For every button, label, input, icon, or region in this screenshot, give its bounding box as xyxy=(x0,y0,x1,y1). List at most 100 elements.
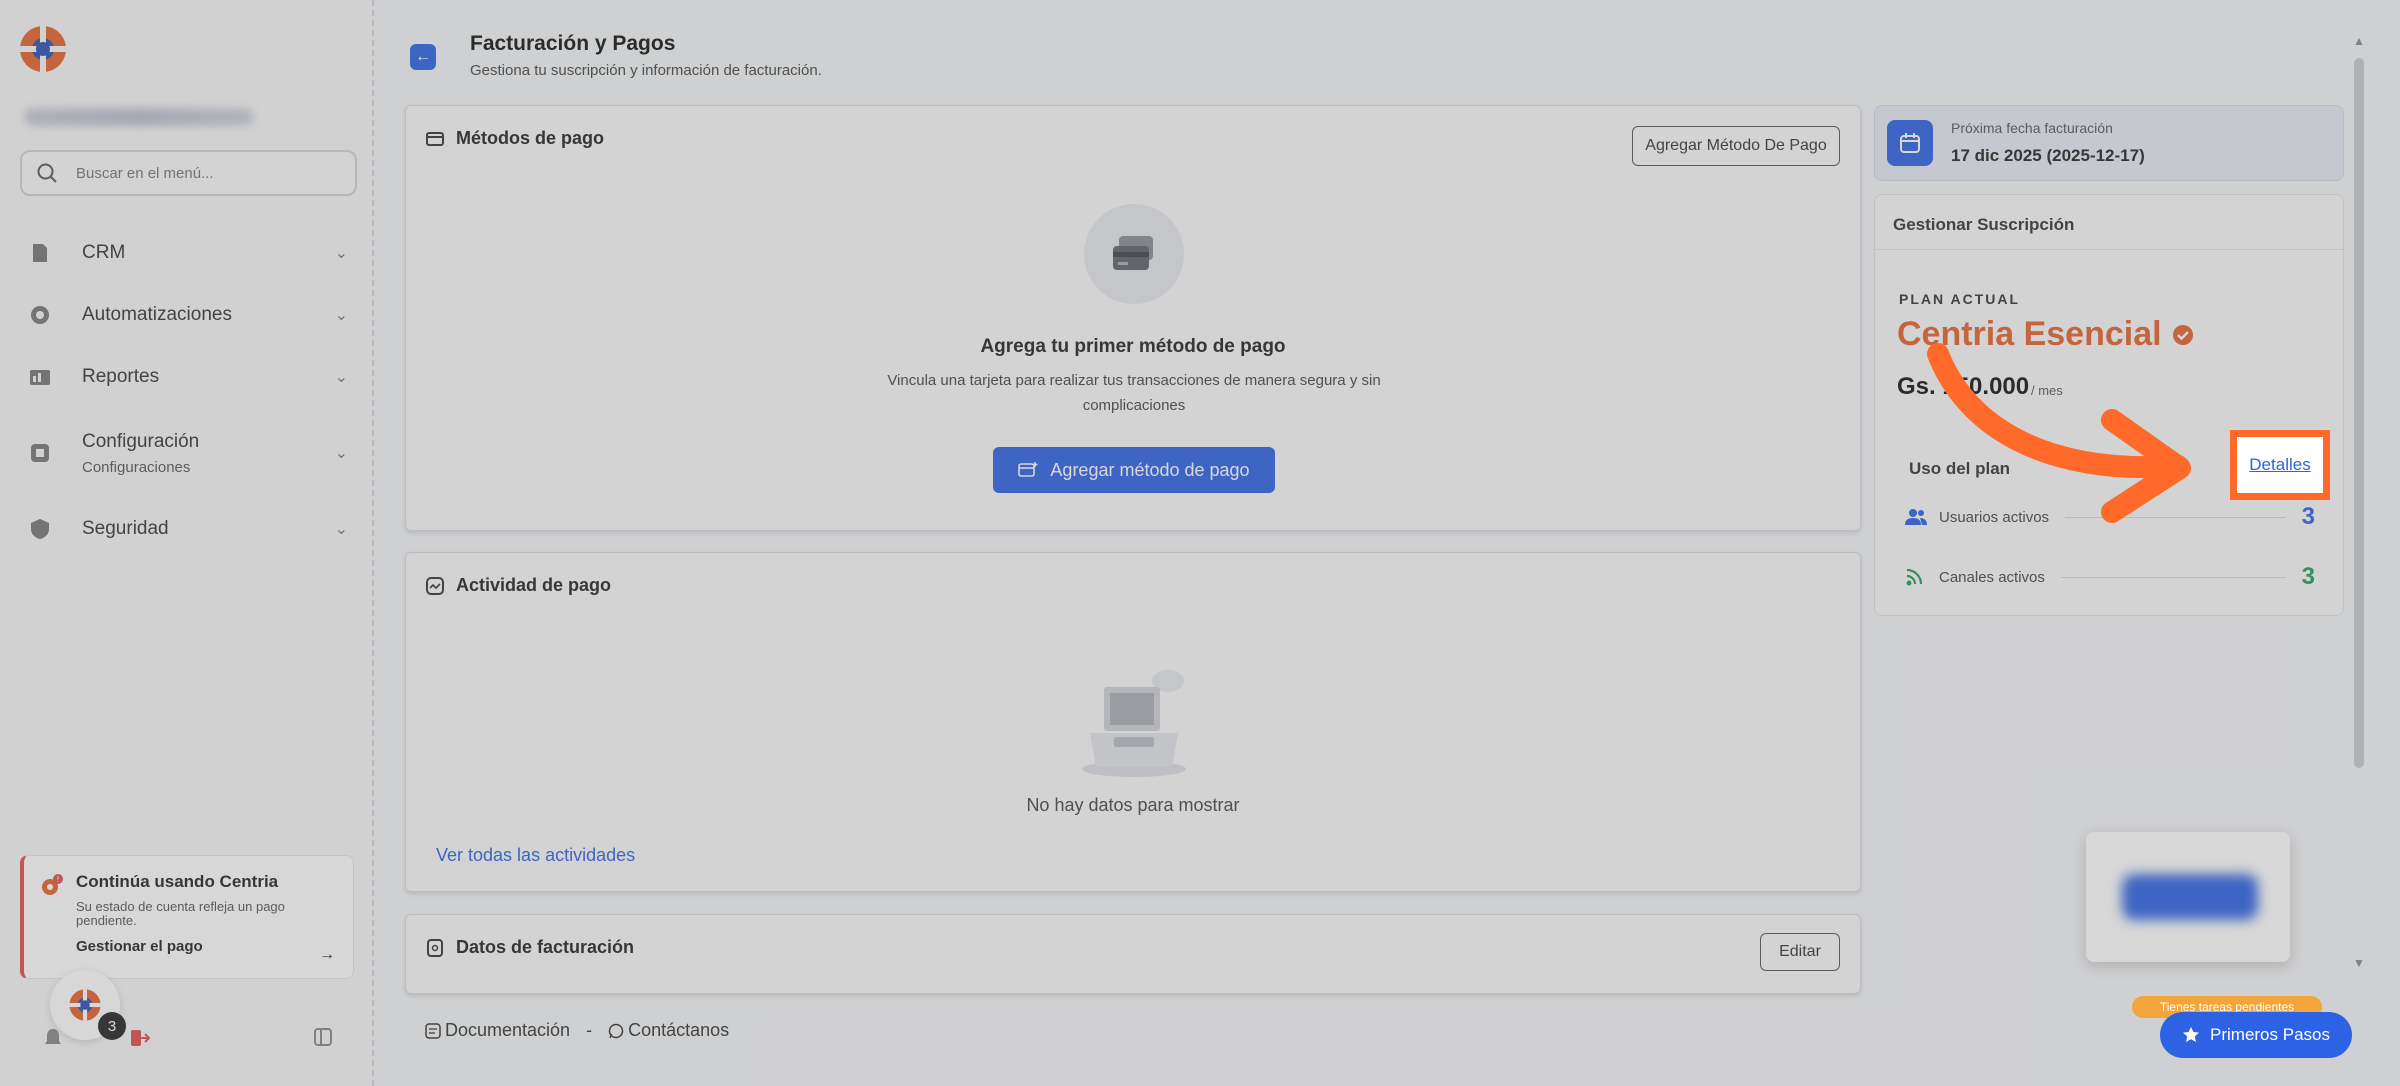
document-icon xyxy=(427,938,443,957)
collapse-sidebar-icon[interactable] xyxy=(314,1028,332,1046)
floating-widget-card xyxy=(2086,832,2290,962)
sidebar-item-configuracion[interactable]: Configuración Configuraciones ⌄ xyxy=(28,408,348,498)
first-steps-button[interactable]: Primeros Pasos xyxy=(2160,1012,2352,1058)
calendar-icon xyxy=(1887,120,1933,166)
empty-state-description: Vincula una tarjeta para realizar tus tr… xyxy=(887,372,1381,414)
crm-icon xyxy=(28,241,52,265)
arrow-left-icon: ← xyxy=(415,48,431,65)
billing-data-title: Datos de facturación xyxy=(426,937,634,958)
whatsapp-icon xyxy=(608,1023,624,1038)
rss-channel-icon xyxy=(1906,568,1923,586)
chevron-down-icon: ⌄ xyxy=(334,245,348,262)
chevron-down-icon: ⌄ xyxy=(334,521,348,538)
billing-data-card: Datos de facturación Editar xyxy=(405,914,1861,994)
shield-icon xyxy=(28,517,52,541)
plan-usage-label: Uso del plan xyxy=(1909,459,2011,478)
empty-card-illustration xyxy=(1084,204,1184,304)
payment-methods-title: Métodos de pago xyxy=(426,128,604,149)
user-profile-row[interactable] xyxy=(24,102,264,132)
scroll-down-icon[interactable]: ▼ xyxy=(2353,956,2365,970)
usage-label-users: Usuarios activos xyxy=(1939,508,2050,526)
automation-gear-icon xyxy=(28,303,52,327)
plan-label: PLAN ACTUAL xyxy=(1899,291,2021,307)
plan-name-text: Centria Esencial xyxy=(1897,315,2162,353)
subscription-header: Gestionar Suscripción xyxy=(1893,215,2075,234)
centria-logo-icon xyxy=(69,989,101,1021)
sidebar-item-automatizaciones[interactable]: Automatizaciones ⌄ xyxy=(28,284,348,346)
usage-row-users: Usuarios activos 3 xyxy=(1905,503,2315,530)
wallet-icon xyxy=(426,131,444,146)
search-icon xyxy=(37,163,57,183)
plan-name: Centria Esencial xyxy=(1897,315,2194,354)
page-footer: Documentación - Contáctanos xyxy=(425,1020,729,1041)
payment-activity-card: Actividad de pago No hay datos para most… xyxy=(405,552,1861,892)
users-icon xyxy=(1905,509,1927,525)
alert-title: Continúa usando Centria xyxy=(76,872,279,891)
scroll-up-icon[interactable]: ▲ xyxy=(2353,34,2365,48)
details-link[interactable]: Detalles xyxy=(2249,455,2310,475)
settings-icon xyxy=(28,441,52,465)
sidebar: CRM ⌄ Automatizaciones ⌄ Reportes ⌄ xyxy=(0,0,374,1086)
search-input[interactable] xyxy=(76,164,336,182)
empty-inbox-illustration xyxy=(1082,670,1186,777)
documentation-icon xyxy=(425,1022,441,1039)
contact-link[interactable]: Contáctanos xyxy=(628,1020,729,1041)
centria-logo[interactable] xyxy=(18,24,68,74)
divider xyxy=(1875,249,2343,250)
card-title-text: Métodos de pago xyxy=(456,128,604,148)
sidebar-item-label: Reportes xyxy=(82,366,160,387)
arrow-right-icon: → xyxy=(319,946,335,963)
sidebar-item-label: Seguridad xyxy=(82,518,169,539)
usage-divider xyxy=(2065,516,2286,518)
alert-gear-icon: ! xyxy=(42,874,63,895)
subscription-card: Gestionar Suscripción PLAN ACTUAL Centri… xyxy=(1874,194,2344,616)
details-highlight-box: Detalles xyxy=(2230,430,2330,500)
usage-value-channels: 3 xyxy=(2301,563,2315,590)
payment-methods-card: Métodos de pago Agregar Método De Pago A… xyxy=(405,105,1861,531)
first-steps-label: Primeros Pasos xyxy=(2210,1025,2330,1044)
documentation-link[interactable]: Documentación xyxy=(445,1020,570,1041)
footer-separator: - xyxy=(586,1020,593,1040)
sidebar-nav: CRM ⌄ Automatizaciones ⌄ Reportes ⌄ Conf… xyxy=(28,222,348,560)
sidebar-item-crm[interactable]: CRM ⌄ xyxy=(28,222,348,284)
add-payment-method-button[interactable]: Agregar Método De Pago xyxy=(1632,126,1840,166)
sidebar-item-label: CRM xyxy=(82,242,126,263)
sidebar-item-sublabel: Configuraciones xyxy=(82,458,191,476)
page-scrollbar[interactable]: ▲ ▼ xyxy=(2350,34,2368,970)
payment-alert-card: ! Continúa usando Centria Su estado de c… xyxy=(20,855,354,979)
menu-search[interactable] xyxy=(20,150,357,196)
next-billing-card: Próxima fecha facturación 17 dic 2025 (2… xyxy=(1874,105,2344,181)
see-all-activity-link[interactable]: Ver todas las actividades xyxy=(436,845,635,866)
add-card-icon xyxy=(1018,462,1038,477)
bell-icon[interactable] xyxy=(44,1028,62,1048)
reports-icon xyxy=(28,365,52,389)
usage-row-channels: Canales activos 3 xyxy=(1905,563,2315,590)
logout-icon[interactable] xyxy=(130,1028,150,1048)
plan-period: / mes xyxy=(2031,383,2063,398)
svg-text:!: ! xyxy=(56,875,59,884)
sidebar-item-reportes[interactable]: Reportes ⌄ xyxy=(28,346,348,408)
plan-price: Gs. 150.000 xyxy=(1897,373,2030,400)
sidebar-item-label: Automatizaciones xyxy=(82,304,232,325)
primary-button-label: Agregar método de pago xyxy=(1050,459,1250,480)
verified-badge-icon xyxy=(2172,324,2193,345)
usage-value-users: 3 xyxy=(2301,503,2315,530)
floating-widget-button-blurred[interactable] xyxy=(2122,874,2258,920)
page-subtitle: Gestiona tu suscripción y información de… xyxy=(470,62,822,79)
manage-payment-link[interactable]: Gestionar el pago xyxy=(76,938,335,955)
star-icon xyxy=(2183,1027,2199,1042)
edit-billing-button[interactable]: Editar xyxy=(1760,933,1840,971)
card-title-text: Actividad de pago xyxy=(456,575,612,595)
credit-card-icon xyxy=(1113,236,1153,270)
back-button[interactable]: ← xyxy=(410,44,436,70)
add-payment-method-primary-button[interactable]: Agregar método de pago xyxy=(993,447,1275,493)
no-data-text: No hay datos para mostrar xyxy=(1026,795,1240,815)
scrollbar-thumb[interactable] xyxy=(2354,58,2364,768)
sidebar-item-text: Configuración Configuraciones xyxy=(82,431,199,476)
sidebar-bottom-icons xyxy=(40,1026,340,1050)
payment-activity-title: Actividad de pago xyxy=(426,575,611,596)
next-billing-label: Próxima fecha facturación xyxy=(1951,120,2113,136)
sidebar-item-seguridad[interactable]: Seguridad ⌄ xyxy=(28,498,348,560)
sidebar-item-label: Configuración xyxy=(82,430,200,452)
app-root: CRM ⌄ Automatizaciones ⌄ Reportes ⌄ xyxy=(0,0,2400,1086)
